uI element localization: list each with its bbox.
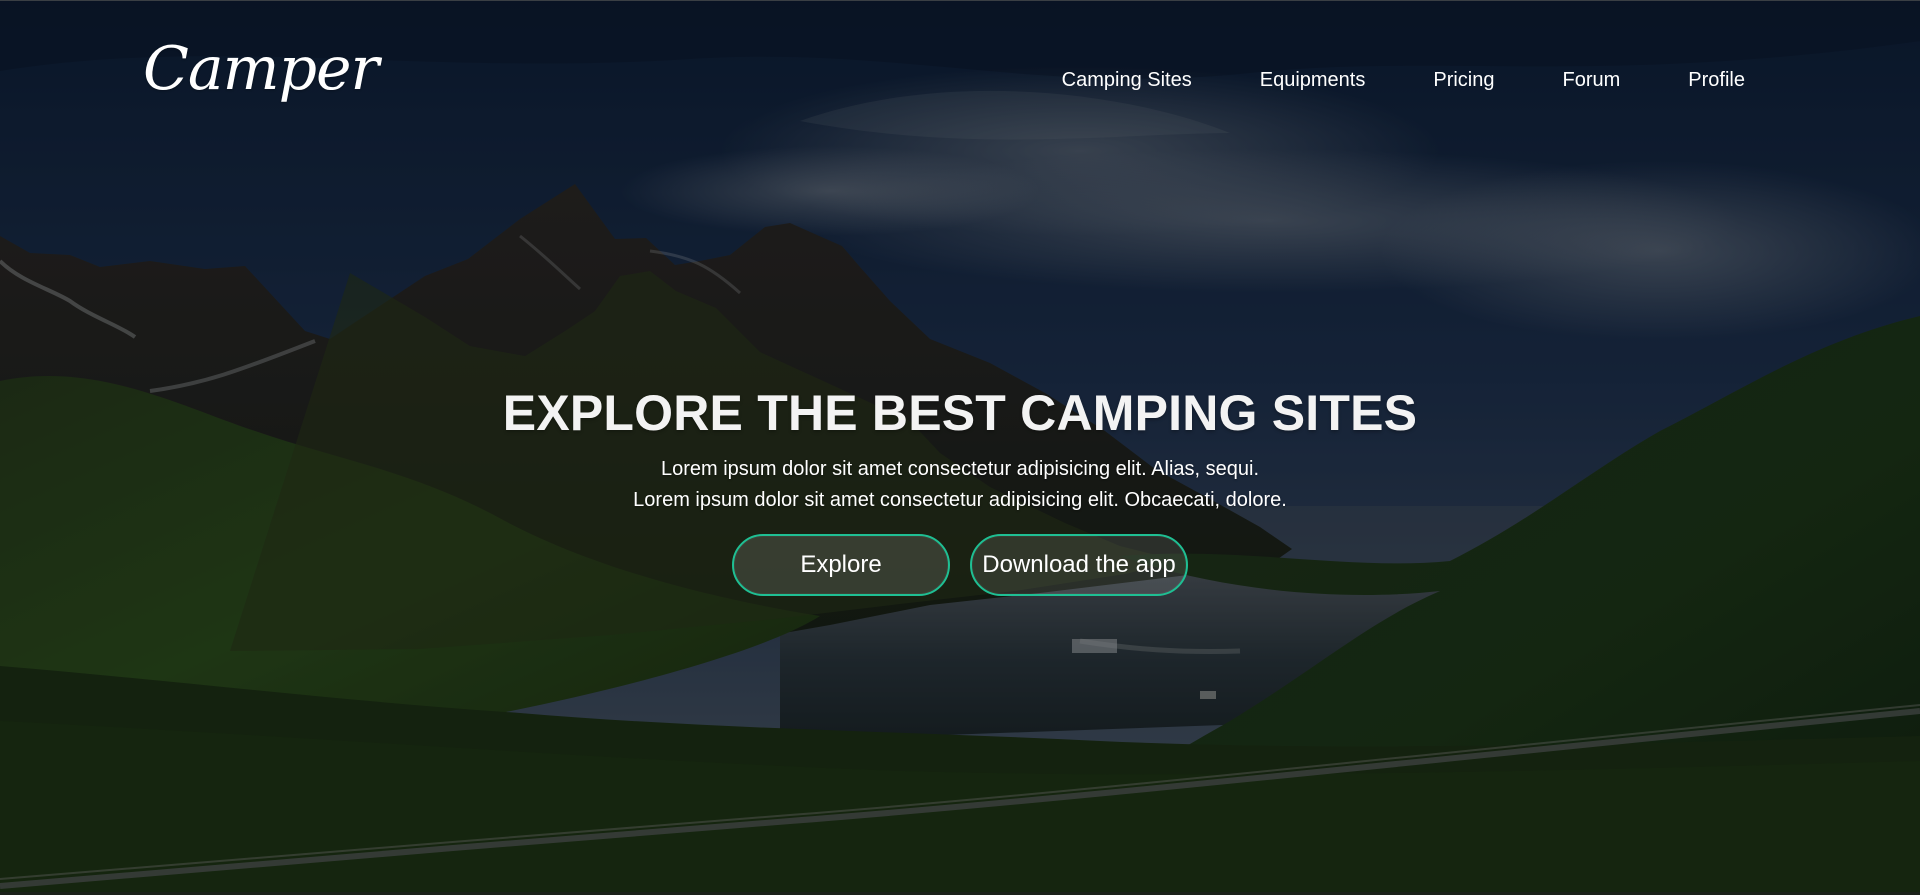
hero-actions: Explore Download the app bbox=[0, 534, 1920, 596]
nav-link-pricing[interactable]: Pricing bbox=[1433, 68, 1494, 92]
explore-button[interactable]: Explore bbox=[732, 534, 950, 596]
nav-link-equipments[interactable]: Equipments bbox=[1260, 68, 1366, 92]
hero-subtitle: Lorem ipsum dolor sit amet consectetur a… bbox=[0, 454, 1920, 516]
top-navigation-bar: Camper Camping Sites Equipments Pricing … bbox=[0, 1, 1920, 171]
hero-subtitle-line-1: Lorem ipsum dolor sit amet consectetur a… bbox=[660, 458, 1260, 480]
nav-link-forum[interactable]: Forum bbox=[1563, 68, 1621, 92]
main-navigation: Camping Sites Equipments Pricing Forum P… bbox=[1062, 68, 1745, 92]
nav-link-camping-sites[interactable]: Camping Sites bbox=[1062, 68, 1192, 92]
nav-link-profile[interactable]: Profile bbox=[1688, 68, 1745, 92]
hero-subtitle-line-2: Lorem ipsum dolor sit amet consectetur a… bbox=[633, 489, 1287, 511]
download-app-button[interactable]: Download the app bbox=[970, 534, 1188, 596]
hero-section: Camper Camping Sites Equipments Pricing … bbox=[0, 0, 1920, 895]
hero-title: EXPLORE THE BEST CAMPING SITES bbox=[502, 385, 1418, 441]
camper-logo[interactable]: Camper bbox=[143, 39, 379, 99]
hero-content: EXPLORE THE BEST CAMPING SITES Lorem ips… bbox=[0, 384, 1920, 596]
